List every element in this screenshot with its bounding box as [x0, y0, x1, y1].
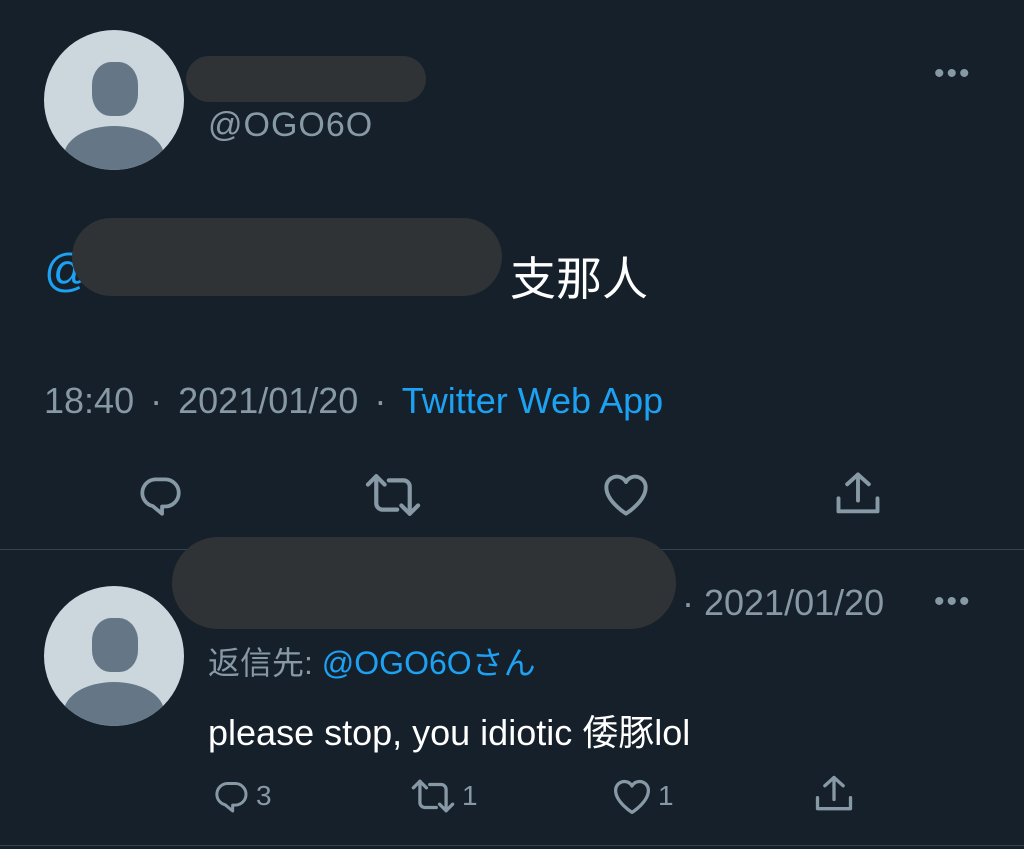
tweet-source-link[interactable]: Twitter Web App [402, 380, 663, 421]
reply-to-line: 返信先: @OGO6Oさん [208, 638, 536, 684]
more-options-icon[interactable]: ••• [934, 59, 972, 89]
redacted-mention [72, 218, 502, 296]
reply-text: please stop, you idiotic 倭豚lol [208, 712, 691, 753]
like-icon [604, 474, 648, 516]
meta-separator: · [374, 380, 387, 421]
share-button[interactable] [812, 772, 856, 816]
like-button[interactable]: 1 [610, 776, 674, 816]
tweet-text: 支那人 [510, 253, 648, 305]
reply-count: 3 [256, 780, 272, 811]
avatar-shoulders [64, 682, 164, 726]
like-icon [614, 779, 650, 814]
avatar-head [92, 618, 138, 672]
tweet-date[interactable]: 2021/01/20 [178, 380, 358, 421]
avatar-head [92, 62, 138, 116]
meta-separator: · [150, 380, 163, 421]
like-count: 1 [658, 780, 674, 811]
retweet-count: 1 [462, 780, 478, 811]
tweet-time[interactable]: 18:40 [44, 380, 134, 421]
reply-button[interactable] [134, 470, 186, 520]
share-button[interactable] [832, 468, 884, 520]
retweet-button[interactable] [362, 472, 424, 518]
reply-to-label: 返信先: [208, 645, 313, 681]
avatar-shoulders [64, 126, 164, 170]
divider [0, 845, 1024, 846]
redacted-name-and-handle [172, 537, 676, 629]
reply-to-handle[interactable]: @OGO6Oさん [322, 645, 536, 681]
like-button[interactable] [599, 470, 653, 518]
more-options-icon[interactable]: ••• [934, 587, 972, 617]
retweet-icon [365, 474, 421, 516]
reply-date[interactable]: · 2021/01/20 [682, 582, 884, 624]
reply-icon [140, 477, 181, 516]
avatar[interactable] [44, 30, 184, 170]
share-icon [815, 775, 853, 811]
tweet-meta: 18:40 · 2021/01/20 · Twitter Web App [44, 380, 663, 422]
reply-icon [215, 782, 248, 813]
avatar[interactable] [44, 586, 184, 726]
user-handle[interactable]: @OGO6O [208, 106, 373, 145]
share-icon [836, 472, 880, 514]
reply-button[interactable]: 3 [210, 776, 272, 816]
retweet-button[interactable]: 1 [408, 778, 478, 814]
redacted-display-name [186, 56, 426, 102]
retweet-icon [411, 779, 455, 813]
